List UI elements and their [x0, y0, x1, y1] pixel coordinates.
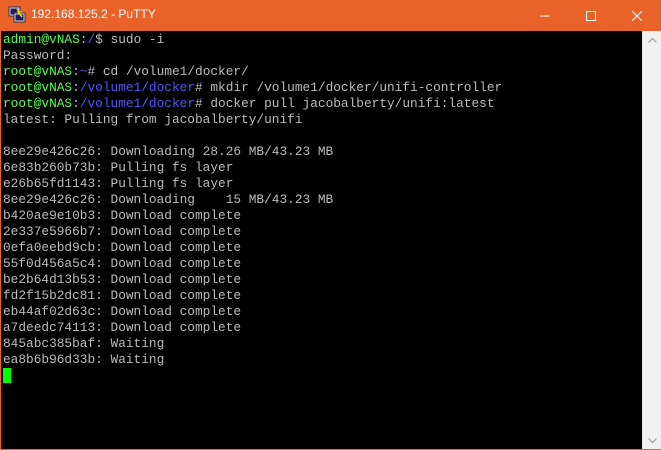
command-text: cd /volume1/docker/ — [102, 64, 249, 79]
prompt-user: root@vNAS — [3, 96, 73, 111]
terminal-line: b420ae9e10b3: Download complete — [3, 208, 242, 223]
terminal-line: 845abc385baf: Waiting — [3, 336, 165, 351]
title-bar[interactable]: 192.168.125.2 - PuTTY — [0, 0, 661, 31]
terminal-line: root@vNAS:/volume1/docker# docker pull j… — [3, 96, 502, 112]
maximize-icon — [586, 10, 596, 21]
prompt-user: root@vNAS — [3, 80, 73, 95]
prompt-user: admin@vNAS — [3, 32, 80, 47]
prompt-symbol: # — [87, 64, 103, 79]
terminal-line: eb44af02d63c: Download complete — [3, 304, 242, 319]
prompt-path: /volume1/docker — [79, 80, 196, 95]
terminal-line: root@vNAS:~# cd /volume1/docker/ — [3, 64, 502, 80]
scroll-down-button[interactable] — [643, 432, 661, 449]
minimize-icon — [540, 15, 550, 16]
terminal-line: 8ee29e426c26: Downloading 28.26 MB/43.23… — [3, 144, 334, 159]
command-text: sudo -i — [110, 32, 165, 47]
command-text: mkdir /volume1/docker/unifi-controller — [210, 80, 503, 95]
chevron-up-icon — [647, 37, 657, 43]
window-title: 192.168.125.2 - PuTTY — [31, 7, 156, 21]
vertical-scrollbar[interactable] — [642, 31, 661, 449]
command-text: docker pull jacobalberty/unifi:latest — [210, 96, 495, 111]
prompt-path: ~ — [79, 64, 88, 79]
terminal-area[interactable]: admin@vNAS:/$ sudo -i Password: root@vNA… — [1, 31, 642, 449]
prompt-symbol: # — [195, 96, 211, 111]
prompt-colon: : — [72, 80, 80, 95]
terminal-line: 8ee29e426c26: Downloading 15 MB/43.23 MB — [3, 192, 334, 207]
close-icon — [632, 10, 642, 21]
maximize-button[interactable] — [568, 0, 614, 31]
terminal-line: a7deedc74113: Download complete — [3, 320, 242, 335]
prompt-colon: : — [72, 96, 80, 111]
terminal-line: Password: — [3, 48, 73, 63]
terminal-line: ea8b6b96d33b: Waiting — [3, 352, 165, 367]
terminal-line: e26b65fd1143: Pulling fs layer — [3, 176, 234, 191]
terminal-line: fd2f15b2dc81: Download complete — [3, 288, 242, 303]
terminal-line: root@vNAS:/volume1/docker# mkdir /volume… — [3, 80, 502, 96]
minimize-button[interactable] — [522, 0, 568, 31]
terminal-output: admin@vNAS:/$ sudo -i Password: root@vNA… — [3, 32, 502, 384]
prompt-symbol: # — [195, 80, 211, 95]
terminal-line — [3, 368, 502, 384]
putty-icon[interactable] — [8, 6, 26, 24]
close-button[interactable] — [614, 0, 660, 31]
prompt-path: /volume1/docker — [79, 96, 196, 111]
putty-window: 192.168.125.2 - PuTTY admin@vNAS:/$ sudo… — [0, 0, 661, 450]
terminal-line: 55f0d456a5c4: Download complete — [3, 256, 242, 271]
terminal-line: 6e83b260b73b: Pulling fs layer — [3, 160, 234, 175]
prompt-symbol: $ — [95, 32, 111, 47]
prompt-user: root@vNAS — [3, 64, 73, 79]
terminal-line: be2b64d13b53: Download complete — [3, 272, 242, 287]
terminal-line: admin@vNAS:/$ sudo -i — [3, 32, 502, 48]
prompt-colon: : — [72, 64, 80, 79]
terminal-line: 0efa0eebd9cb: Download complete — [3, 240, 242, 255]
scroll-up-button[interactable] — [643, 31, 661, 48]
terminal-line: latest: Pulling from jacobalberty/unifi — [3, 112, 303, 127]
chevron-down-icon — [647, 437, 657, 443]
text-cursor — [3, 368, 11, 383]
terminal-line: 2e337e5966b7: Download complete — [3, 224, 242, 239]
